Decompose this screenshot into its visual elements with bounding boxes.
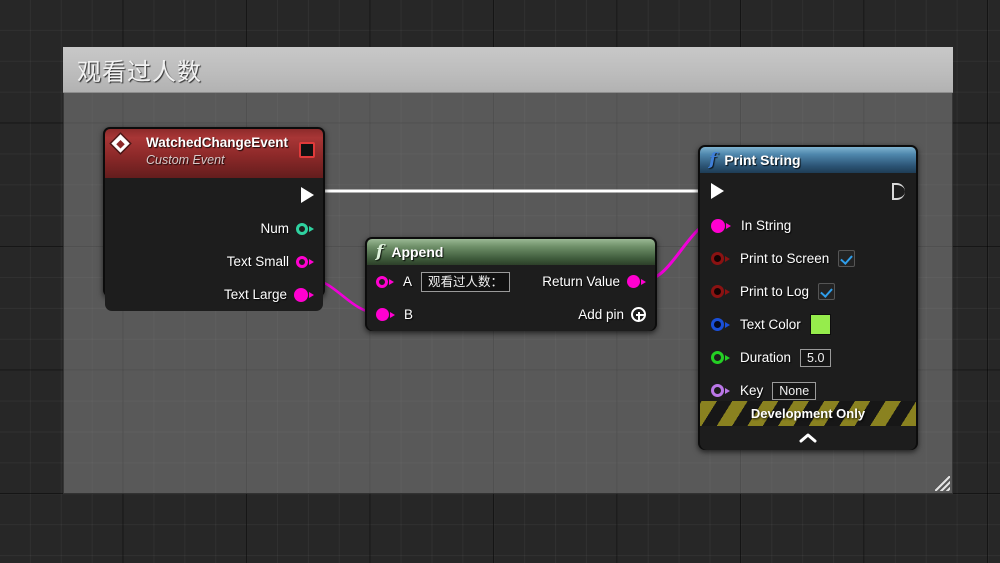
event-output-num: Num xyxy=(105,212,323,245)
chevron-up-icon[interactable] xyxy=(700,426,916,450)
string-pin-in-string[interactable] xyxy=(711,218,731,233)
event-exec-out-row xyxy=(105,178,323,212)
chevron-up-glyph xyxy=(799,433,817,443)
string-pin-b[interactable] xyxy=(376,308,395,321)
stop-square-icon[interactable] xyxy=(299,142,315,158)
append-add-pin-label: Add pin xyxy=(578,307,624,322)
comment-box-title: 观看过人数 xyxy=(77,58,202,86)
int-pin[interactable] xyxy=(296,222,314,235)
float-pin-duration[interactable] xyxy=(711,351,730,364)
event-diamond-icon xyxy=(111,134,130,153)
event-node-header[interactable]: WatchedChangeEvent Custom Event xyxy=(105,129,323,178)
append-return-value-label: Return Value xyxy=(542,274,620,289)
print-string-node-title: Print String xyxy=(724,152,801,168)
node-watched-change-event[interactable]: WatchedChangeEvent Custom Event Num Text… xyxy=(103,127,325,311)
event-node-title: WatchedChangeEvent xyxy=(146,135,289,150)
print-pin-text-color: Text Color xyxy=(700,308,916,341)
exec-in-pin[interactable] xyxy=(711,183,724,199)
print-pin-duration-label: Duration xyxy=(740,350,792,365)
blueprint-graph-canvas[interactable]: 观看过人数 WatchedChangeEvent Custom Event Nu… xyxy=(0,0,1000,563)
print-pin-key-label: Key xyxy=(740,383,764,398)
exec-out-pin[interactable] xyxy=(301,187,314,203)
node-print-string[interactable]: f Print String In String Print to Screen xyxy=(698,145,918,450)
append-node-header[interactable]: f Append xyxy=(367,239,655,265)
print-pin-text-color-label: Text Color xyxy=(740,317,801,332)
bool-pin-print-to-log[interactable] xyxy=(711,285,730,298)
event-output-num-label: Num xyxy=(260,221,289,236)
bool-pin-print-to-screen[interactable] xyxy=(711,252,730,265)
print-exec-row xyxy=(700,173,916,209)
duration-input[interactable]: 5.0 xyxy=(800,348,832,367)
comment-box-title-bar[interactable]: 观看过人数 xyxy=(63,47,953,93)
function-f-icon: f xyxy=(709,150,717,170)
print-to-log-checkbox[interactable] xyxy=(818,283,836,300)
name-pin-key[interactable] xyxy=(711,384,730,397)
print-to-screen-checkbox[interactable] xyxy=(838,250,856,267)
key-input[interactable]: None xyxy=(772,381,817,400)
event-output-text-large-label: Text Large xyxy=(223,287,287,302)
print-string-node-body: In String Print to Screen Print to Log T… xyxy=(700,173,916,450)
append-row-b: B Add pin xyxy=(367,298,655,331)
node-append[interactable]: f Append A 观看过人数： Return Value B Add pin xyxy=(365,237,657,331)
print-pin-print-to-screen: Print to Screen xyxy=(700,242,916,275)
print-string-node-header[interactable]: f Print String xyxy=(700,147,916,173)
append-row-a: A 观看过人数： Return Value xyxy=(367,265,655,298)
print-pin-duration: Duration 5.0 xyxy=(700,341,916,374)
string-pin-a[interactable] xyxy=(376,275,394,288)
append-node-body: A 观看过人数： Return Value B Add pin xyxy=(367,265,655,331)
append-node-title: Append xyxy=(391,244,444,260)
function-f-icon: f xyxy=(376,242,384,262)
development-only-label: Development Only xyxy=(750,406,866,421)
string-pin-return-value[interactable] xyxy=(627,275,646,288)
print-pin-print-to-screen-label: Print to Screen xyxy=(740,251,830,266)
event-output-text-small-label: Text Small xyxy=(226,254,289,269)
append-input-a-label: A xyxy=(403,274,413,289)
string-pin-text-large[interactable] xyxy=(294,287,314,302)
print-pin-print-to-log: Print to Log xyxy=(700,275,916,308)
print-pin-in-string-label: In String xyxy=(741,218,792,233)
event-node-body: Num Text Small Text Large xyxy=(105,178,323,311)
development-only-banner: Development Only xyxy=(700,401,916,426)
string-pin-text-small[interactable] xyxy=(296,255,314,268)
event-node-subtitle: Custom Event xyxy=(146,153,225,167)
event-output-text-small: Text Small xyxy=(105,245,323,278)
append-input-b-label: B xyxy=(404,307,414,322)
print-pin-in-string: In String xyxy=(700,209,916,242)
event-output-text-large: Text Large xyxy=(105,278,323,311)
append-input-a-field[interactable]: 观看过人数： xyxy=(421,271,511,292)
comment-resize-grip[interactable] xyxy=(935,476,950,491)
exec-out-pin[interactable] xyxy=(892,182,905,200)
linearcolor-pin-text-color[interactable] xyxy=(711,318,730,331)
plus-circle-icon[interactable] xyxy=(631,307,646,322)
text-color-swatch[interactable] xyxy=(809,314,831,335)
print-pin-print-to-log-label: Print to Log xyxy=(740,284,810,299)
